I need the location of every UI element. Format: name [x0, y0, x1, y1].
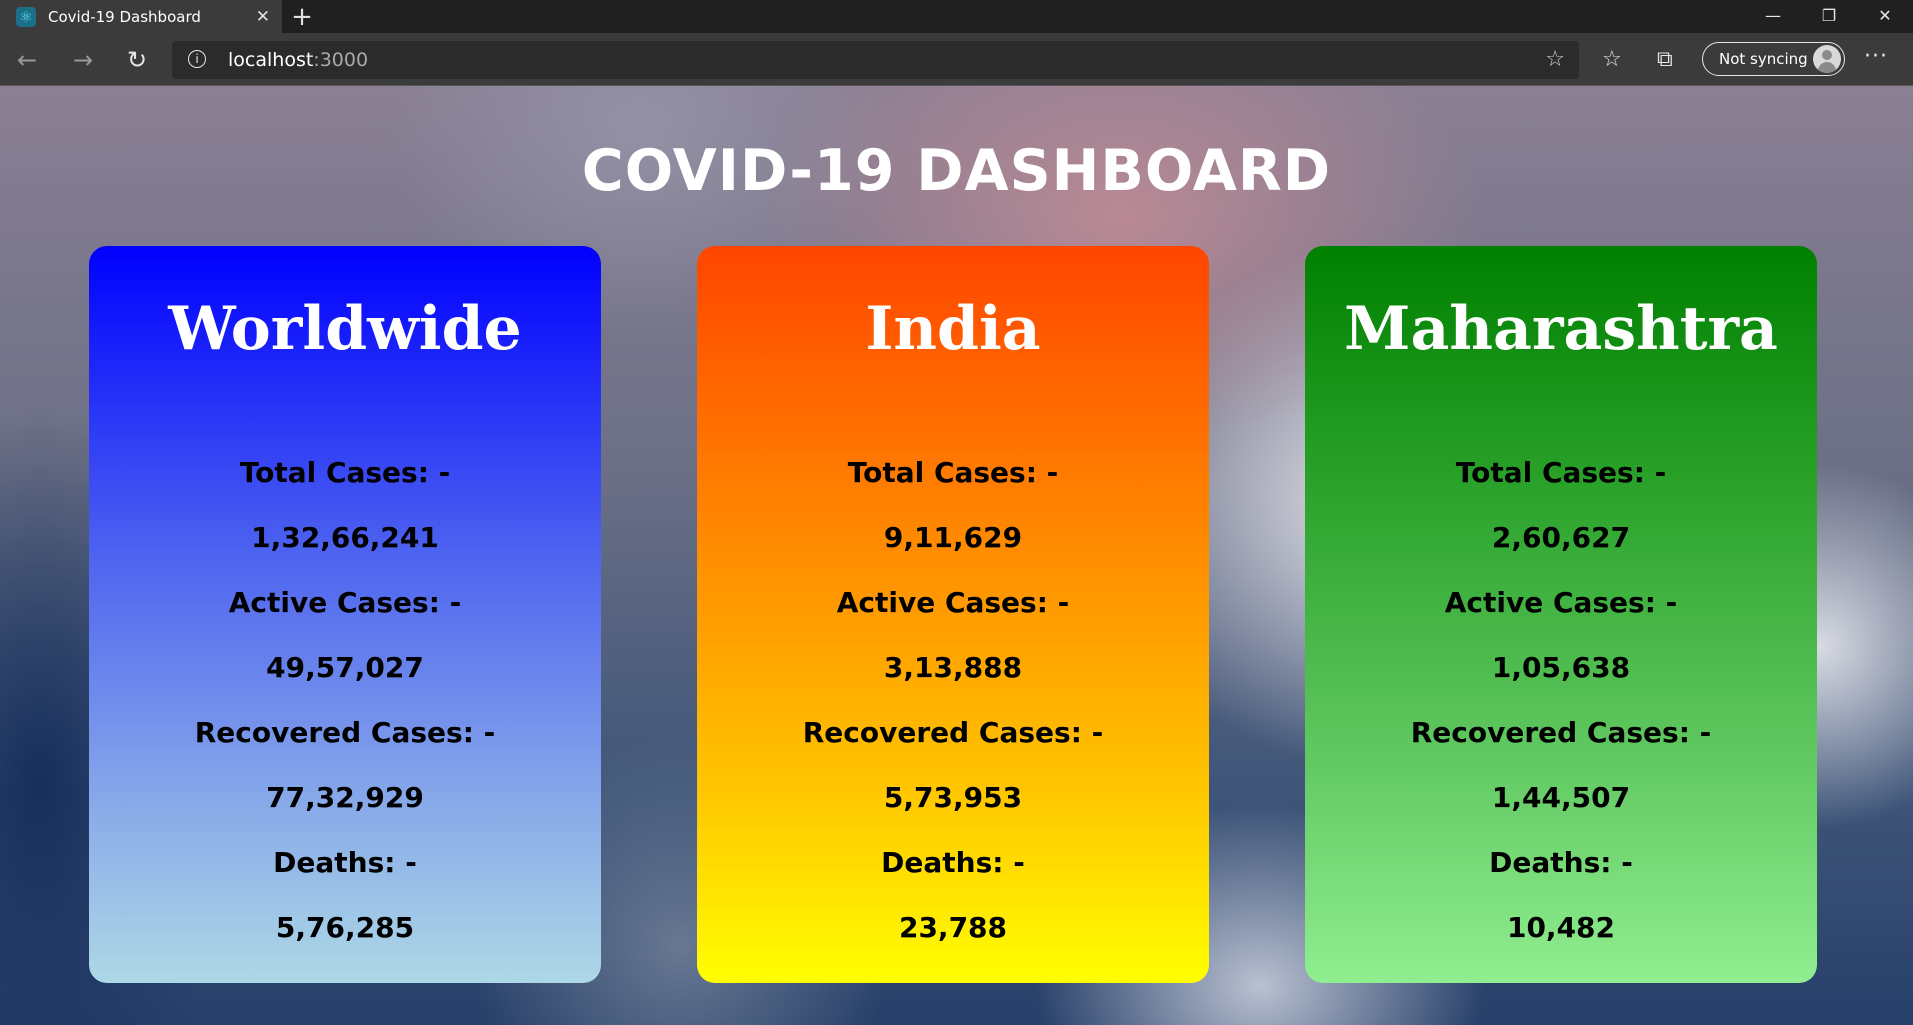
close-icon[interactable]: ✕	[256, 7, 270, 27]
card-title: India	[865, 294, 1041, 364]
recovered-cases-value: 1,44,507	[1491, 781, 1631, 814]
active-cases-value: 1,05,638	[1491, 651, 1631, 684]
reload-icon[interactable]: ↻	[120, 43, 154, 77]
active-cases-label: Active Cases: -	[228, 586, 462, 619]
profile-status: Not syncing	[1719, 50, 1808, 68]
recovered-cases-label: Recovered Cases: -	[194, 716, 496, 749]
react-favicon-icon: ⚛	[16, 6, 36, 27]
active-cases-label: Active Cases: -	[1444, 586, 1678, 619]
active-cases-value: 3,13,888	[883, 651, 1023, 684]
deaths-value: 23,788	[898, 911, 1008, 944]
plus-icon[interactable]: +	[282, 0, 322, 33]
collections-icon[interactable]: ⧉	[1657, 47, 1673, 72]
avatar	[1813, 45, 1841, 73]
favorites-icon[interactable]: ☆	[1602, 47, 1622, 72]
deaths-label: Deaths: -	[273, 846, 417, 879]
page-content: COVID-19 DASHBOARD Worldwide Total Cases…	[0, 86, 1913, 1025]
forward-icon[interactable]: →	[66, 43, 100, 77]
total-cases-label: Total Cases: -	[239, 456, 451, 489]
url-text: localhost:3000	[228, 49, 368, 71]
deaths-value: 10,482	[1506, 911, 1616, 944]
tab-strip: ⚛ Covid-19 Dashboard ✕ + — ❐ ✕	[0, 0, 1913, 33]
window-controls: — ❐ ✕	[1745, 0, 1913, 30]
deaths-value: 5,76,285	[275, 911, 415, 944]
more-icon[interactable]: ···	[1864, 44, 1888, 69]
address-bar[interactable]: i localhost:3000 ☆	[172, 41, 1579, 79]
url-port: :3000	[313, 49, 369, 71]
recovered-cases-label: Recovered Cases: -	[1410, 716, 1712, 749]
recovered-cases-value: 77,32,929	[266, 781, 424, 814]
deaths-label: Deaths: -	[881, 846, 1025, 879]
browser-toolbar: ← → ↻ i localhost:3000 ☆ ☆ ⧉ Not syncing…	[0, 33, 1913, 86]
card-title: Worldwide	[168, 294, 522, 364]
minimize-icon[interactable]: —	[1745, 0, 1801, 30]
card-maharashtra: Maharashtra Total Cases: - 2,60,627 Acti…	[1305, 246, 1817, 983]
total-cases-value: 1,32,66,241	[251, 521, 439, 554]
total-cases-value: 9,11,629	[883, 521, 1023, 554]
recovered-cases-label: Recovered Cases: -	[802, 716, 1104, 749]
active-cases-label: Active Cases: -	[836, 586, 1070, 619]
total-cases-label: Total Cases: -	[1455, 456, 1667, 489]
card-india: India Total Cases: - 9,11,629 Active Cas…	[697, 246, 1209, 983]
restore-icon[interactable]: ❐	[1801, 0, 1857, 30]
card-title: Maharashtra	[1344, 294, 1778, 364]
active-cases-value: 49,57,027	[266, 651, 424, 684]
total-cases-label: Total Cases: -	[847, 456, 1059, 489]
profile-button[interactable]: Not syncing	[1702, 42, 1845, 76]
window-close-icon[interactable]: ✕	[1857, 0, 1913, 30]
star-icon[interactable]: ☆	[1545, 47, 1565, 72]
recovered-cases-value: 5,73,953	[883, 781, 1023, 814]
tab-title: Covid-19 Dashboard	[48, 7, 201, 26]
deaths-label: Deaths: -	[1489, 846, 1633, 879]
card-worldwide: Worldwide Total Cases: - 1,32,66,241 Act…	[89, 246, 601, 983]
url-host: localhost	[228, 49, 314, 71]
info-icon[interactable]: i	[188, 50, 206, 68]
browser-tab[interactable]: ⚛ Covid-19 Dashboard ✕	[0, 0, 282, 33]
page-title: COVID-19 DASHBOARD	[581, 138, 1332, 204]
back-icon[interactable]: ←	[10, 43, 44, 77]
total-cases-value: 2,60,627	[1491, 521, 1631, 554]
